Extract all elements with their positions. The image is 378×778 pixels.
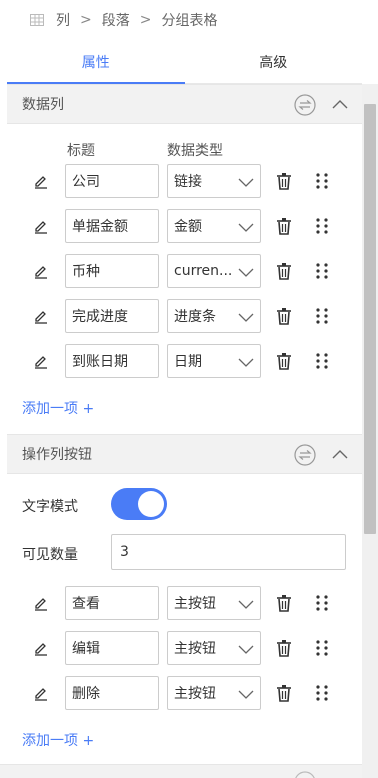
drag-handle-icon[interactable]	[315, 594, 329, 612]
list-item: 单据金额 金额	[7, 209, 362, 243]
column-title-input[interactable]: 完成进度	[65, 299, 159, 333]
column-header-title: 标题	[67, 143, 95, 159]
breadcrumb: 列 > 段落 > 分组表格	[0, 0, 362, 40]
list-item: 公司 链接	[7, 164, 362, 198]
trash-icon[interactable]	[276, 217, 292, 235]
chevron-down-icon	[238, 178, 254, 187]
section-title: 操作列按钮	[22, 447, 92, 463]
trash-icon[interactable]	[276, 307, 292, 325]
trash-icon[interactable]	[276, 262, 292, 280]
button-title-input[interactable]: 删除	[65, 676, 159, 710]
tab-properties[interactable]: 属性	[7, 40, 185, 84]
select-value: 链接	[174, 174, 202, 190]
breadcrumb-item-column[interactable]: 列	[56, 10, 70, 30]
column-type-select[interactable]: 日期	[167, 344, 261, 378]
pencil-icon[interactable]	[33, 685, 49, 701]
breadcrumb-item-grouped-table[interactable]: 分组表格	[161, 10, 217, 30]
table-icon	[30, 14, 44, 26]
toggle-knob	[138, 491, 164, 517]
select-value: 日期	[174, 354, 202, 370]
pencil-icon[interactable]	[33, 640, 49, 656]
list-item: 编辑 主按钮	[7, 631, 362, 665]
drag-handle-icon[interactable]	[315, 217, 329, 235]
button-type-select[interactable]: 主按钮	[167, 586, 261, 620]
swap-circle-icon	[295, 771, 315, 778]
section-header-data-columns[interactable]: 数据列	[7, 84, 362, 124]
breadcrumb-separator: >	[139, 12, 152, 28]
trash-icon[interactable]	[276, 352, 292, 370]
column-title-input[interactable]: 公司	[65, 164, 159, 198]
column-title-input[interactable]: 到账日期	[65, 344, 159, 378]
list-item: 查看 主按钮	[7, 586, 362, 620]
button-type-select[interactable]: 主按钮	[167, 631, 261, 665]
select-value: curren...	[174, 263, 233, 279]
trash-icon[interactable]	[276, 594, 292, 612]
chevron-down-icon	[238, 268, 254, 277]
breadcrumb-separator: >	[80, 12, 92, 28]
visible-count-input[interactable]: 3	[111, 534, 346, 570]
text-mode-label: 文字模式	[22, 499, 78, 515]
drag-handle-icon[interactable]	[315, 262, 329, 280]
column-type-select[interactable]: curren...	[167, 254, 261, 288]
chevron-down-icon	[238, 358, 254, 367]
column-type-select[interactable]: 金额	[167, 209, 261, 243]
select-value: 主按钮	[174, 641, 216, 657]
select-value: 金额	[174, 219, 202, 235]
pencil-icon[interactable]	[33, 173, 49, 189]
drag-handle-icon[interactable]	[315, 307, 329, 325]
select-value: 主按钮	[174, 596, 216, 612]
chevron-down-icon	[238, 600, 254, 609]
panel-tabs: 属性 高级	[7, 40, 362, 84]
drag-handle-icon[interactable]	[315, 352, 329, 370]
button-title-input[interactable]: 编辑	[65, 631, 159, 665]
trash-icon[interactable]	[276, 172, 292, 190]
pencil-icon[interactable]	[33, 595, 49, 611]
chevron-down-icon	[238, 690, 254, 699]
drag-handle-icon[interactable]	[315, 684, 329, 702]
chevron-up-icon[interactable]	[332, 98, 348, 110]
list-item: 删除 主按钮	[7, 676, 362, 710]
trash-icon[interactable]	[276, 639, 292, 657]
column-title-input[interactable]: 单据金额	[65, 209, 159, 243]
column-type-select[interactable]: 链接	[167, 164, 261, 198]
visible-count-label: 可见数量	[22, 547, 78, 563]
add-button-link[interactable]: 添加一项 +	[22, 730, 94, 750]
column-type-select[interactable]: 进度条	[167, 299, 261, 333]
trash-icon[interactable]	[276, 684, 292, 702]
add-column-link[interactable]: 添加一项 +	[22, 398, 94, 418]
swap-circle-icon[interactable]	[294, 444, 316, 466]
pencil-icon[interactable]	[33, 353, 49, 369]
chevron-down-icon	[238, 223, 254, 232]
text-mode-toggle[interactable]	[111, 488, 167, 520]
pencil-icon[interactable]	[33, 263, 49, 279]
drag-handle-icon[interactable]	[315, 172, 329, 190]
breadcrumb-item-paragraph[interactable]: 段落	[102, 10, 130, 30]
pencil-icon[interactable]	[33, 308, 49, 324]
section-title: 数据列	[22, 97, 64, 113]
select-value: 主按钮	[174, 686, 216, 702]
drag-handle-icon[interactable]	[315, 639, 329, 657]
list-item: 币种 curren...	[7, 254, 362, 288]
column-title-input[interactable]: 币种	[65, 254, 159, 288]
column-header-type: 数据类型	[167, 143, 223, 159]
select-value: 进度条	[174, 309, 216, 325]
button-title-input[interactable]: 查看	[65, 586, 159, 620]
chevron-down-icon	[238, 313, 254, 322]
section-header-action-buttons[interactable]: 操作列按钮	[7, 434, 362, 474]
button-type-select[interactable]: 主按钮	[167, 676, 261, 710]
chevron-down-icon	[238, 645, 254, 654]
list-item: 到账日期 日期	[7, 344, 362, 378]
list-item: 完成进度 进度条	[7, 299, 362, 333]
chevron-up-icon[interactable]	[332, 448, 348, 460]
pencil-icon[interactable]	[33, 218, 49, 234]
tab-advanced[interactable]: 高级	[185, 40, 363, 83]
next-section-header	[0, 764, 362, 778]
swap-circle-icon[interactable]	[294, 94, 316, 116]
scrollbar-thumb[interactable]	[364, 104, 376, 534]
